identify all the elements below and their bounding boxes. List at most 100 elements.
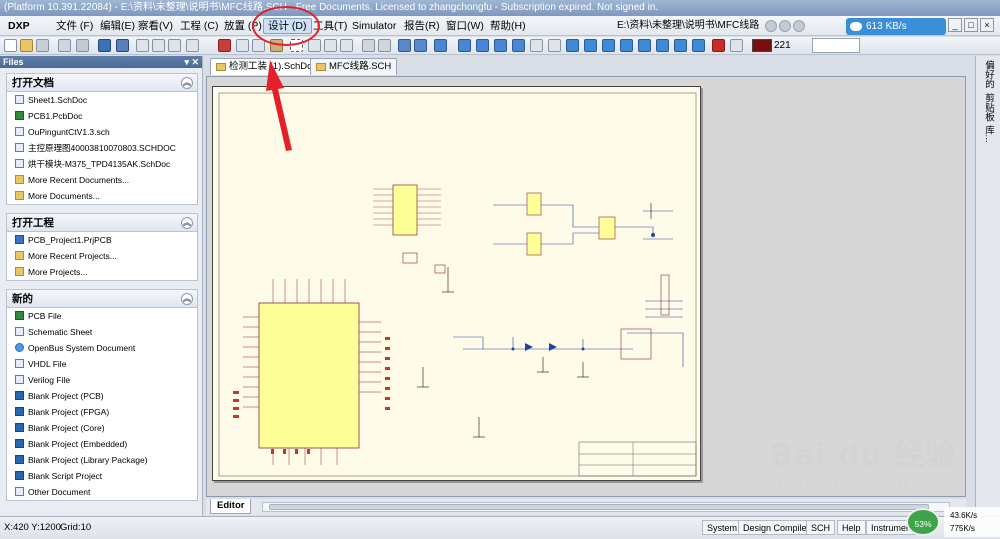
list-item[interactable]: PCB1.PcbDoc — [7, 108, 197, 124]
list-item[interactable]: Blank Script Project — [7, 468, 197, 484]
close-x-icon[interactable] — [730, 39, 743, 52]
print-icon[interactable] — [58, 39, 71, 52]
menu-dxp[interactable]: DXP — [4, 18, 34, 34]
files-panel-title: Files — [3, 57, 24, 67]
cross-probe-icon[interactable] — [414, 39, 427, 52]
open-project-icon[interactable] — [98, 39, 111, 52]
save-icon[interactable] — [36, 39, 49, 52]
menu-view[interactable]: 察看(V) — [134, 18, 177, 34]
menu-help[interactable]: 帮助(H) — [486, 18, 530, 34]
maximize-button[interactable]: □ — [964, 18, 978, 32]
home-icon[interactable] — [793, 20, 805, 32]
clipboard-tab[interactable]: 剪贴板 — [981, 93, 995, 122]
list-item[interactable]: Blank Project (PCB) — [7, 388, 197, 404]
off-sheet-connector-icon[interactable] — [692, 39, 705, 52]
list-item[interactable]: Verilog File — [7, 372, 197, 388]
open-documents-title[interactable]: 打开文档 ︽ — [7, 74, 197, 92]
system-button[interactable]: System — [702, 520, 743, 535]
menu-edit[interactable]: 编辑(E) — [96, 18, 139, 34]
schematic-file-icon — [216, 63, 226, 71]
color-picker[interactable] — [752, 39, 772, 52]
redo-icon[interactable] — [378, 39, 391, 52]
schematic-sheet[interactable] — [212, 86, 701, 481]
print-preview-icon[interactable] — [76, 39, 89, 52]
no-erc-icon[interactable] — [712, 39, 725, 52]
list-item[interactable]: OuPinguntCtV1.3.sch — [7, 124, 197, 140]
open-folder-icon[interactable] — [20, 39, 33, 52]
list-item[interactable]: PCB_Project1.PrjPCB — [7, 232, 197, 248]
bus-icon[interactable] — [458, 39, 471, 52]
back-icon[interactable] — [765, 20, 777, 32]
device-sheet-symbol-icon[interactable] — [620, 39, 633, 52]
menu-file[interactable]: 文件 (F) — [52, 18, 97, 34]
list-item[interactable]: More Recent Projects... — [7, 248, 197, 264]
zoom-selected-icon[interactable] — [168, 39, 181, 52]
harness-entry-icon[interactable] — [656, 39, 669, 52]
tab-editor[interactable]: Editor — [210, 499, 252, 514]
list-item[interactable]: Other Document — [7, 484, 197, 500]
favorites-tab[interactable]: 偏好的 — [981, 60, 995, 89]
sheet-symbol-icon[interactable] — [584, 39, 597, 52]
list-item[interactable]: Blank Project (Library Package) — [7, 452, 197, 468]
zoom-area-icon[interactable] — [152, 39, 165, 52]
sch-button[interactable]: SCH — [806, 520, 836, 535]
list-item[interactable]: More Documents... — [7, 188, 197, 204]
menu-project[interactable]: 工程 (C) — [176, 18, 223, 34]
list-item[interactable]: VHDL File — [7, 356, 197, 372]
forward-icon[interactable] — [779, 20, 791, 32]
libraries-tab[interactable]: 库... — [981, 125, 995, 142]
bus-entry-icon[interactable] — [494, 39, 507, 52]
tab-mfc-circuit[interactable]: MFC线路.SCH — [310, 58, 398, 75]
vcc-power-icon[interactable] — [548, 39, 561, 52]
clear-filter-icon[interactable] — [340, 39, 353, 52]
open-projects-title[interactable]: 打开工程 ︽ — [7, 214, 197, 232]
scrollbar-thumb[interactable] — [269, 504, 929, 510]
menu-reports[interactable]: 报告(R) — [400, 18, 444, 34]
minimize-button[interactable]: _ — [948, 18, 962, 32]
list-item[interactable]: Schematic Sheet — [7, 324, 197, 340]
design-compiler-button[interactable]: Design Compiler — [738, 520, 815, 535]
new-title[interactable]: 新的 ︽ — [7, 290, 197, 308]
new-document-icon[interactable] — [4, 39, 17, 52]
list-item[interactable]: Blank Project (Core) — [7, 420, 197, 436]
device-sheet-icon[interactable] — [116, 39, 129, 52]
cut-icon[interactable] — [218, 39, 231, 52]
wire-icon[interactable] — [434, 39, 447, 52]
deselect-icon[interactable] — [324, 39, 337, 52]
list-item[interactable]: More Projects... — [7, 264, 197, 280]
list-item[interactable]: 烘干模块-M375_TPD4135AK.SchDoc — [7, 156, 197, 172]
filter-combo[interactable] — [812, 38, 860, 53]
list-item[interactable]: Blank Project (FPGA) — [7, 404, 197, 420]
menu-simulator[interactable]: Simulator — [348, 18, 400, 34]
tab-detection-fixture[interactable]: 检测工装 (1).SchDoc — [210, 58, 324, 75]
copy-icon[interactable] — [236, 39, 249, 52]
list-item[interactable]: PCB File — [7, 308, 197, 324]
zoom-fit-icon[interactable] — [136, 39, 149, 52]
list-item[interactable]: More Recent Documents... — [7, 172, 197, 188]
net-label-icon[interactable] — [512, 39, 525, 52]
list-item[interactable]: 主控原理图40003810070803.SCHDOC — [7, 140, 197, 156]
collapse-icon[interactable]: ︽ — [181, 293, 193, 305]
network-usage-badge[interactable]: 53% — [906, 508, 940, 536]
pin-icon[interactable]: ▾ ✕ — [184, 56, 199, 68]
collapse-icon[interactable]: ︽ — [181, 217, 193, 229]
list-item[interactable]: Blank Project (Embedded) — [7, 436, 197, 452]
harness-connector-icon[interactable] — [638, 39, 651, 52]
gnd-power-icon[interactable] — [530, 39, 543, 52]
menu-window[interactable]: 窗口(W) — [442, 18, 488, 34]
undo-icon[interactable] — [362, 39, 375, 52]
zoom-dropdown-icon[interactable] — [186, 39, 199, 52]
horizontal-scrollbar[interactable] — [262, 502, 950, 512]
sheet-entry-icon[interactable] — [602, 39, 615, 52]
list-item[interactable]: OpenBus System Document — [7, 340, 197, 356]
place-part-icon[interactable] — [566, 39, 579, 52]
list-item[interactable]: Sheet1.SchDoc — [7, 92, 197, 108]
help-button[interactable]: Help — [837, 520, 866, 535]
hierarchy-icon[interactable] — [398, 39, 411, 52]
collapse-icon[interactable]: ︽ — [181, 77, 193, 89]
move-icon[interactable] — [308, 39, 321, 52]
schematic-editor[interactable] — [206, 76, 966, 497]
signal-harness-icon[interactable] — [476, 39, 489, 52]
port-icon[interactable] — [674, 39, 687, 52]
close-button[interactable]: × — [980, 18, 994, 32]
